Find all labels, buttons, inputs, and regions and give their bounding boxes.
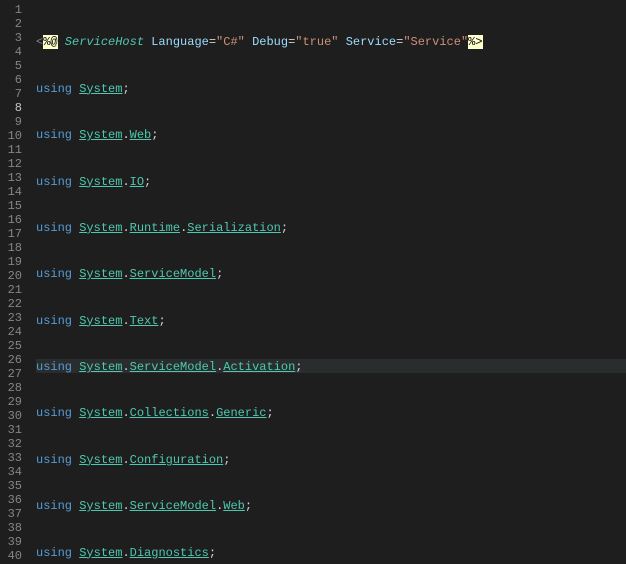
line-number: 3 [6,30,22,44]
code-line: using System.Collections.Generic; [36,405,626,419]
line-number: 33 [6,450,22,464]
line-number: 17 [6,226,22,240]
code-line: <%@ ServiceHost Language="C#" Debug="tru… [36,34,626,48]
line-number: 24 [6,324,22,338]
line-number: 16 [6,212,22,226]
code-line-current: using System.ServiceModel.Activation; [36,359,626,373]
line-number: 35 [6,478,22,492]
line-number: 32 [6,436,22,450]
line-number: 11 [6,142,22,156]
line-number: 12 [6,156,22,170]
code-line: using System.Configuration; [36,452,626,466]
line-number: 2 [6,16,22,30]
line-number: 38 [6,520,22,534]
code-line: using System.ServiceModel.Web; [36,498,626,512]
code-line: using System.Text; [36,313,626,327]
code-line: using System.Diagnostics; [36,545,626,559]
line-number: 25 [6,338,22,352]
line-number: 30 [6,408,22,422]
line-number: 36 [6,492,22,506]
line-number: 20 [6,268,22,282]
line-gutter: 1234567891011121314151617181920212223242… [0,0,30,561]
line-number: 37 [6,506,22,520]
line-number: 9 [6,114,22,128]
code-line: using System.Web; [36,127,626,141]
line-number: 39 [6,534,22,548]
code-line: using System.ServiceModel; [36,266,626,280]
line-number: 28 [6,380,22,394]
line-number: 7 [6,86,22,100]
line-number: 21 [6,282,22,296]
line-number: 15 [6,198,22,212]
line-number: 19 [6,254,22,268]
line-number: 18 [6,240,22,254]
line-number: 13 [6,170,22,184]
code-line: using System.Runtime.Serialization; [36,220,626,234]
line-number: 1 [6,2,22,16]
line-number: 5 [6,58,22,72]
line-number: 4 [6,44,22,58]
line-number: 22 [6,296,22,310]
line-number: 34 [6,464,22,478]
code-area[interactable]: <%@ ServiceHost Language="C#" Debug="tru… [30,0,626,561]
line-number: 31 [6,422,22,436]
code-line: using System.IO; [36,174,626,188]
line-number: 40 [6,548,22,562]
line-number: 14 [6,184,22,198]
line-number: 29 [6,394,22,408]
line-number: 27 [6,366,22,380]
line-number: 10 [6,128,22,142]
line-number: 6 [6,72,22,86]
line-number: 8 [6,100,22,114]
code-editor: 1234567891011121314151617181920212223242… [0,0,626,561]
code-line: using System; [36,81,626,95]
line-number: 26 [6,352,22,366]
line-number: 23 [6,310,22,324]
